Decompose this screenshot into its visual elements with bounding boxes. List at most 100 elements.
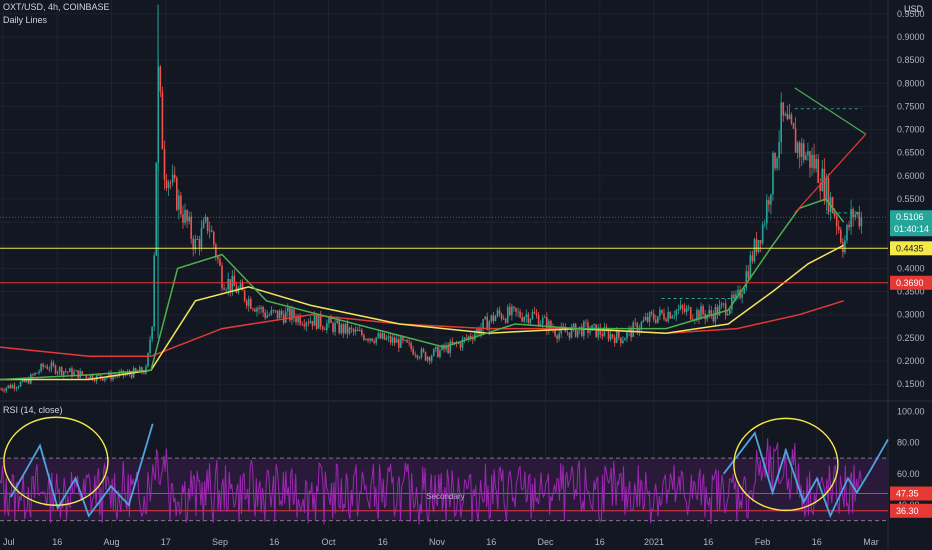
candle-body (231, 275, 234, 291)
candle-body (7, 385, 10, 388)
price-level-label: 0.3690 (896, 278, 924, 288)
candle-body (19, 381, 22, 387)
candle-body (837, 226, 840, 230)
time-tick-label: Jul (3, 537, 15, 547)
rsi-level-label: 47.35 (896, 489, 919, 499)
candle-body (790, 114, 793, 124)
candle-body (478, 328, 480, 334)
candle-body (34, 372, 36, 376)
candle-body (761, 224, 764, 244)
candle-body (373, 341, 375, 343)
price-tick-label: 0.4000 (897, 263, 925, 273)
candle-body (537, 315, 540, 327)
candle-body (482, 319, 484, 328)
candle-body (792, 123, 795, 129)
price-tick-label: 0.2000 (897, 356, 925, 366)
candle-body (432, 348, 435, 356)
candle-body (221, 265, 223, 289)
candle-body (305, 322, 308, 327)
chart-canvas[interactable]: 0.15000.20000.25000.30000.35000.40000.45… (0, 0, 932, 550)
candle-body (831, 197, 834, 213)
candle-body (574, 323, 577, 337)
candle-body (844, 240, 846, 253)
candle-body (533, 312, 536, 314)
candle-body (58, 367, 61, 372)
candle-body (632, 322, 634, 338)
candle-body (613, 337, 616, 343)
candle-body (406, 339, 408, 343)
candle-body (611, 334, 614, 338)
candle-body (332, 323, 334, 332)
candle-body (702, 306, 704, 315)
candle-body (860, 216, 863, 227)
candle-body (681, 305, 684, 309)
candle-body (173, 174, 176, 179)
candle-body (741, 293, 743, 298)
candle-body (554, 329, 556, 336)
candle-body (435, 346, 437, 349)
candle-body (768, 200, 770, 205)
candle-body (46, 366, 49, 370)
candle-body (379, 333, 382, 339)
candle-body (770, 194, 772, 205)
candle-body (794, 128, 797, 153)
candle-body (208, 230, 211, 232)
candle-body (529, 318, 532, 323)
candle-body (334, 322, 336, 332)
candle-body (171, 174, 174, 183)
candle-body (428, 357, 431, 361)
time-tick-label: 16 (812, 537, 822, 547)
candle-body (418, 357, 421, 359)
candle-body (326, 323, 328, 331)
candle-body (186, 210, 188, 222)
candle-body (5, 387, 7, 392)
price-tick-label: 0.2500 (897, 333, 925, 343)
candle-body (437, 346, 439, 358)
time-tick-label: Dec (537, 537, 554, 547)
price-tick-label: 0.8500 (897, 55, 925, 65)
candle-body (667, 312, 669, 322)
candle-body (521, 317, 523, 322)
candle-body (858, 212, 861, 227)
candle-body (646, 316, 649, 322)
time-tick-label: Feb (755, 537, 771, 547)
candle-body (93, 379, 96, 382)
candle-body (391, 337, 394, 343)
candle-body (280, 310, 283, 315)
candle-body (210, 230, 213, 232)
candle-body (241, 283, 244, 291)
candle-body (609, 334, 612, 340)
candle-body (807, 151, 809, 156)
time-tick-label: 16 (378, 537, 388, 547)
candle-body (167, 182, 170, 188)
candle-body (778, 142, 780, 159)
candle-body (500, 313, 503, 320)
candle-body (718, 305, 721, 316)
candle-body (759, 240, 762, 244)
candle-body (630, 328, 632, 338)
candle-body (330, 318, 332, 324)
candle-body (782, 102, 785, 116)
candle-body (215, 244, 217, 257)
candle-body (659, 309, 661, 317)
candle-body (17, 386, 20, 388)
candle-body (50, 362, 53, 370)
candle-body (358, 330, 361, 332)
candle-body (420, 349, 423, 358)
candle-body (340, 324, 343, 334)
candle-body (272, 310, 275, 311)
candle-body (393, 337, 396, 343)
candle-body (346, 323, 349, 334)
candle-body (496, 310, 499, 317)
candle-body (408, 342, 410, 344)
candle-body (36, 372, 38, 374)
candle-body (143, 372, 145, 374)
candle-body (712, 314, 715, 322)
candle-body (301, 324, 303, 325)
time-tick-label: Oct (321, 537, 336, 547)
rsi-annotation: Secondary (426, 492, 464, 501)
candle-body (430, 355, 433, 361)
candle-body (543, 317, 546, 318)
candle-body (381, 333, 384, 339)
candle-body (307, 322, 310, 324)
